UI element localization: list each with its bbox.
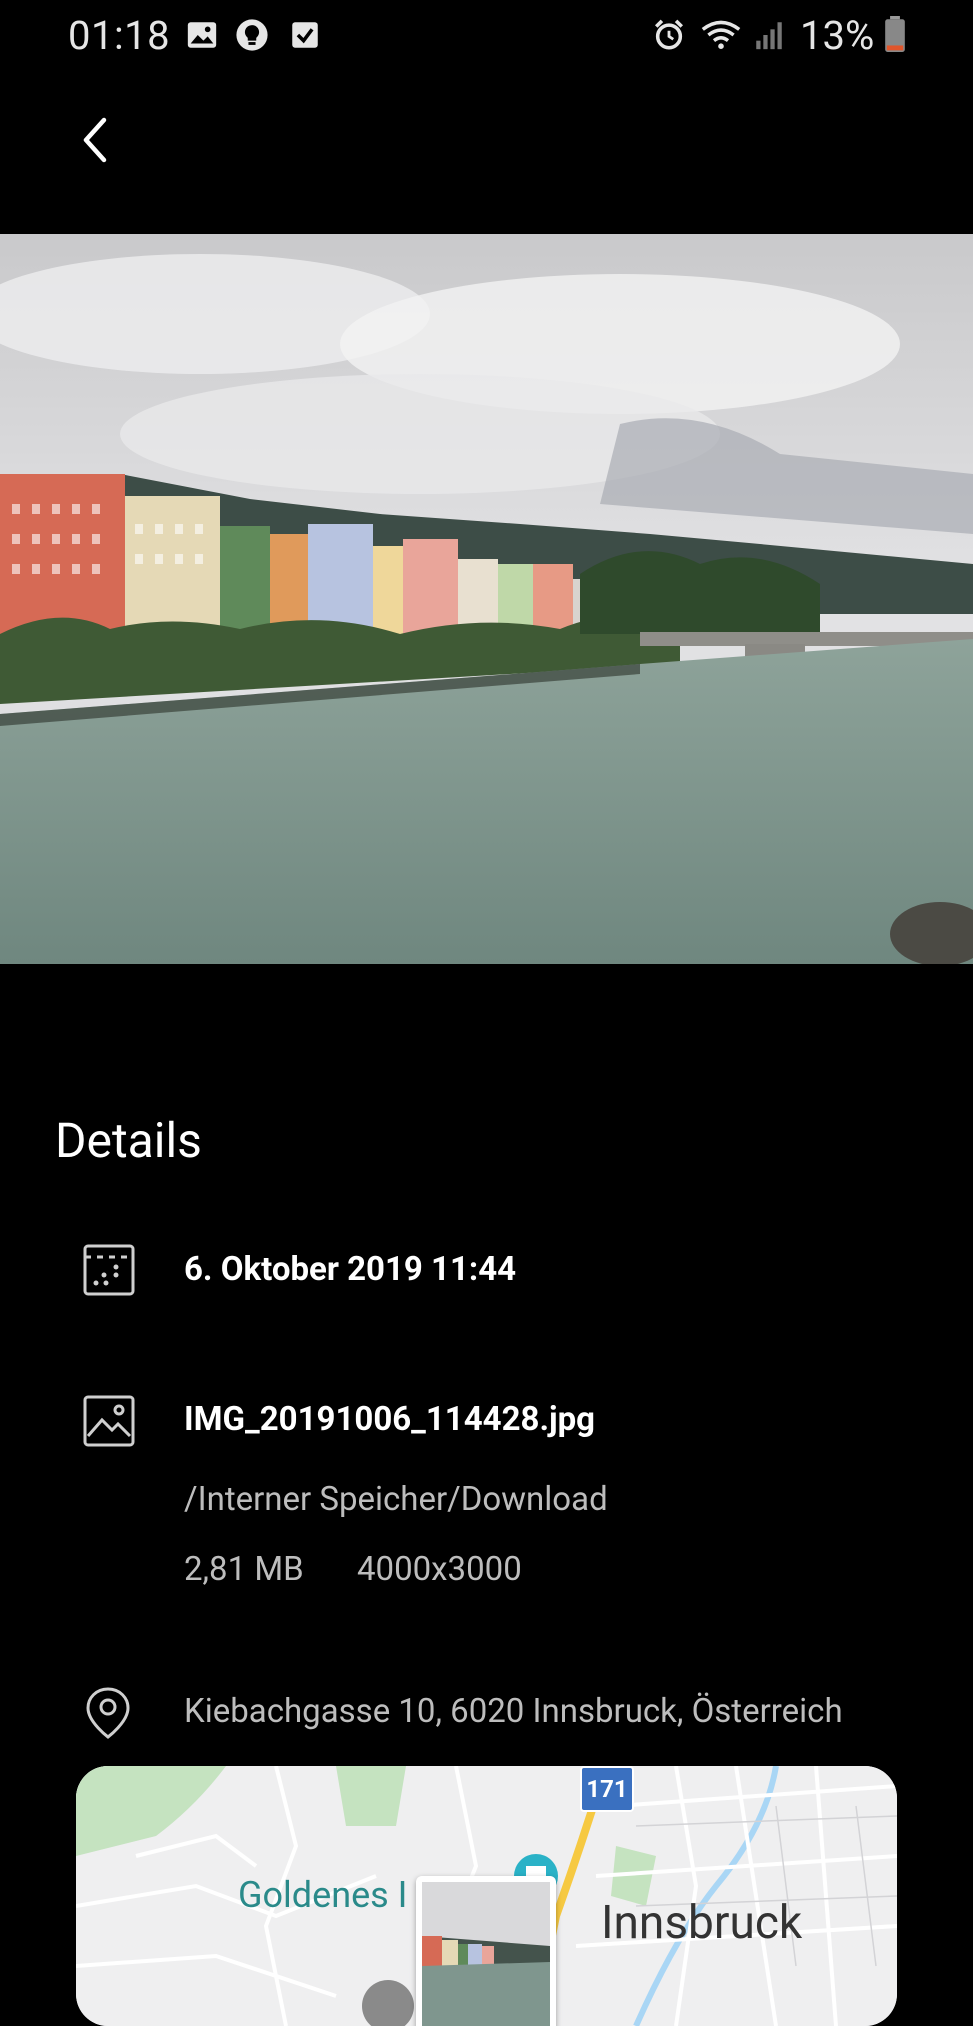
map-label-goldenes: Goldenes I [238,1874,408,1916]
status-time: 01:18 [68,12,171,59]
wifi-icon [701,20,741,49]
thumbnail-image [422,1882,550,2026]
location-address[interactable]: Kiebachgasse 10, 6020 Innsbruck, Österre… [184,1692,843,1731]
details-title: Details [55,1112,202,1169]
calendar-icon [83,1244,135,1296]
check-icon [292,22,318,48]
photo-image [0,234,973,964]
road-number-badge: 171 [580,1766,634,1812]
battery-icon [885,16,905,52]
bulb-icon [236,19,268,51]
image-icon [187,22,217,48]
date-taken: 6. Oktober 2019 11:44 [184,1250,517,1289]
file-path: /Interner Speicher/Download [184,1480,608,1519]
battery-percent: 13% [800,12,875,59]
file-resolution: 4000x3000 [357,1550,522,1589]
map-photo-thumbnail[interactable] [416,1876,556,2026]
photo-preview[interactable] [0,234,973,964]
map-label-city: Innsbruck [601,1896,803,1950]
chevron-left-icon [83,117,107,163]
back-button[interactable] [70,110,130,170]
location-pin-icon [86,1687,130,1739]
image-file-icon [83,1395,135,1447]
status-bar: 01:18 13% [0,0,973,70]
location-map[interactable]: 171 Goldenes I Innsbruck [76,1766,897,2026]
file-size: 2,81 MB [184,1550,304,1589]
file-name: IMG_20191006_114428.jpg [184,1400,596,1439]
signal-icon [756,22,782,50]
alarm-icon [654,19,684,50]
